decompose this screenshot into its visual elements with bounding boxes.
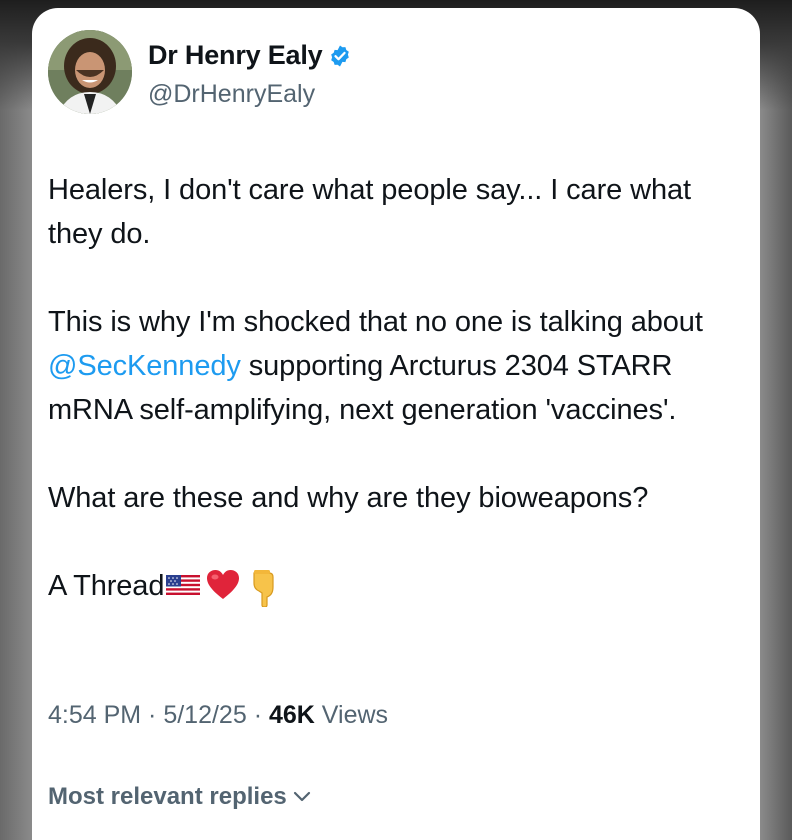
meta-separator: · xyxy=(141,701,164,729)
thread-label: A Thread xyxy=(48,570,165,602)
chevron-down-icon xyxy=(293,791,310,802)
author-name-row[interactable]: Dr Henry Ealy xyxy=(148,40,352,71)
pointing-down-icon xyxy=(253,570,274,607)
meta-separator: · xyxy=(246,701,269,729)
views-count: 46K xyxy=(268,701,315,729)
replies-sort-label: Most relevant replies xyxy=(48,783,287,810)
red-heart-icon xyxy=(207,570,240,599)
post-card: Dr Henry Ealy @DrHenryEaly Healers, I do… xyxy=(32,8,760,840)
post-text-segment: This is why I'm shocked that no one is t… xyxy=(48,306,703,338)
author-handle[interactable]: @DrHenryEaly xyxy=(148,80,315,109)
post-paragraph: This is why I'm shocked that no one is t… xyxy=(48,300,748,432)
author-name[interactable]: Dr Henry Ealy xyxy=(148,40,323,71)
post-paragraph: Healers, I don't care what people say...… xyxy=(48,174,691,250)
mention-link[interactable]: @SecKennedy xyxy=(48,350,241,382)
verified-badge-icon xyxy=(331,45,350,66)
post-text: Healers, I don't care what people say...… xyxy=(48,168,748,652)
post-paragraph: A Thread xyxy=(48,564,748,608)
replies-sort-button[interactable]: Most relevant replies xyxy=(48,783,311,811)
us-flag-icon xyxy=(166,575,201,597)
post-meta: 4:54 PM · 5/12/25 · 46K Views xyxy=(48,701,388,730)
post-date[interactable]: 5/12/25 xyxy=(163,701,246,729)
post-time[interactable]: 4:54 PM xyxy=(48,701,141,729)
avatar[interactable] xyxy=(48,30,132,114)
views-label: Views xyxy=(314,701,389,729)
post-paragraph: What are these and why are they bioweapo… xyxy=(48,482,649,514)
